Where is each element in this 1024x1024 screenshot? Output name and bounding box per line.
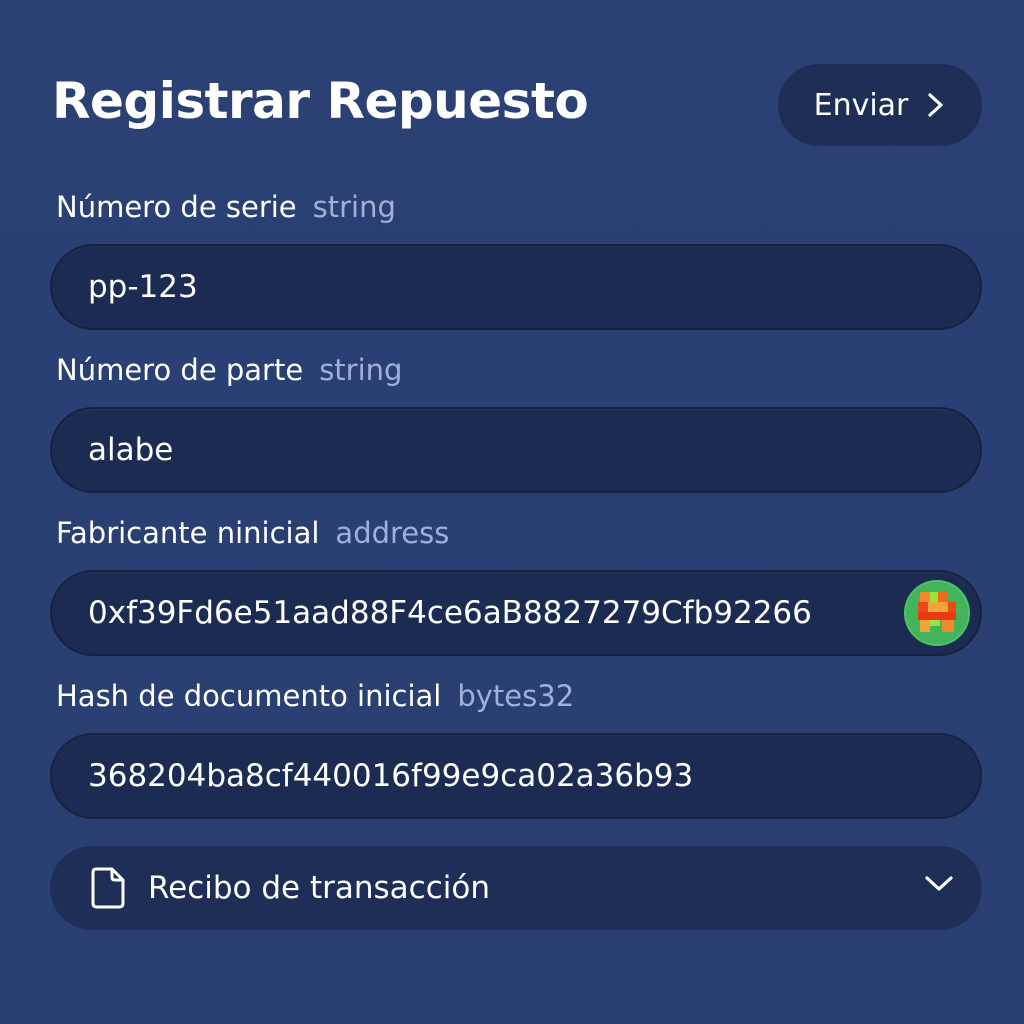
submit-button[interactable]: Enviar xyxy=(778,64,982,146)
field-initial-manufacturer: Fabricante ninicial address 0xf39Fd6e51a… xyxy=(50,516,982,656)
chevron-down-icon xyxy=(924,874,954,898)
field-label-row: Número de serie string xyxy=(50,190,982,234)
register-part-form: Registrar Repuesto Enviar Número de seri… xyxy=(0,0,1024,1024)
page-title: Registrar Repuesto xyxy=(52,72,589,130)
field-serial-number: Número de serie string pp-123 xyxy=(50,190,982,330)
chevron-right-icon xyxy=(926,92,946,118)
field-label-row: Número de parte string xyxy=(50,353,982,397)
field-initial-document-hash: Hash de documento inicial bytes32 368204… xyxy=(50,679,982,819)
field-part-number: Número de parte string alabe xyxy=(50,353,982,493)
document-hash-input[interactable]: 368204ba8cf440016f99e9ca02a36b93 xyxy=(50,733,982,819)
form-header: Registrar Repuesto Enviar xyxy=(52,62,982,148)
input-value: 368204ba8cf440016f99e9ca02a36b93 xyxy=(88,758,694,794)
field-label-row: Hash de documento inicial bytes32 xyxy=(50,679,982,723)
field-label-row: Fabricante ninicial address xyxy=(50,516,982,560)
manufacturer-address-input[interactable]: 0xf39Fd6e51aad88F4ce6aB8827279Cfb92266 xyxy=(50,570,982,656)
field-type-hint: string xyxy=(319,353,403,387)
serial-number-input[interactable]: pp-123 xyxy=(50,244,982,330)
submit-button-label: Enviar xyxy=(813,87,909,123)
field-type-hint: address xyxy=(335,516,450,550)
field-label: Número de parte xyxy=(56,353,304,387)
field-label: Número de serie xyxy=(56,190,297,224)
part-number-input[interactable]: alabe xyxy=(50,407,982,493)
transaction-receipt-toggle[interactable]: Recibo de transacción xyxy=(50,846,982,930)
field-type-hint: bytes32 xyxy=(457,679,575,713)
field-label: Hash de documento inicial xyxy=(56,679,442,713)
field-type-hint: string xyxy=(312,190,396,224)
field-label: Fabricante ninicial xyxy=(56,516,320,550)
input-value: pp-123 xyxy=(88,269,198,305)
input-value: alabe xyxy=(88,432,174,468)
receipt-label: Recibo de transacción xyxy=(148,870,490,906)
identicon-avatar-icon xyxy=(906,582,968,644)
document-icon xyxy=(90,866,126,914)
input-value: 0xf39Fd6e51aad88F4ce6aB8827279Cfb92266 xyxy=(88,595,812,631)
